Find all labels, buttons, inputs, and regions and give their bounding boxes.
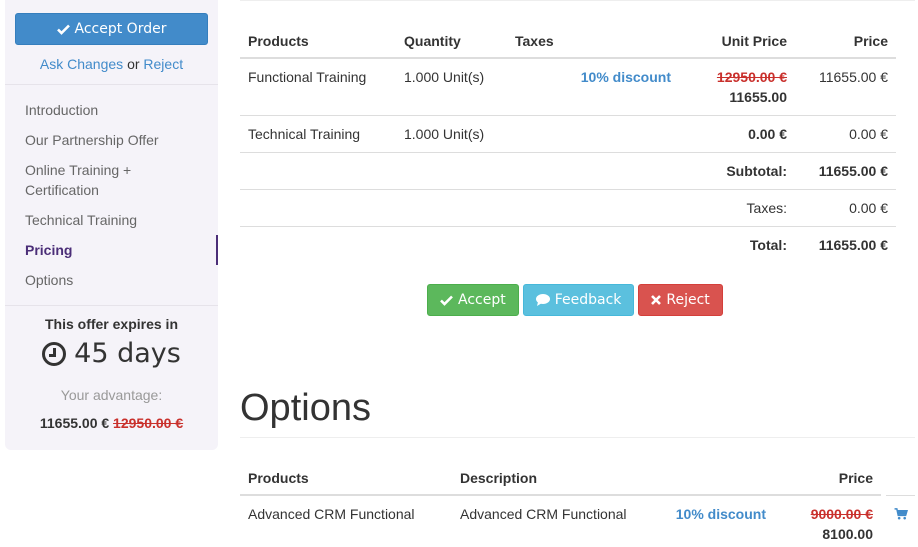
advantage-values: 11655.00 € 12950.00 € bbox=[5, 415, 218, 431]
sidebar-item-partnership-offer[interactable]: Our Partnership Offer bbox=[5, 125, 218, 155]
col-unit-price: Unit Price bbox=[679, 23, 795, 59]
table-row: Technical Training 1.000 Unit(s) 0.00 € … bbox=[240, 115, 896, 153]
product-discount bbox=[571, 115, 679, 153]
accept-button[interactable]: Accept bbox=[427, 284, 519, 316]
expires-title: This offer expires in bbox=[44, 316, 179, 332]
sidebar-item-technical-training[interactable]: Technical Training bbox=[5, 205, 218, 235]
sidebar-item-options[interactable]: Options bbox=[5, 265, 218, 295]
col-price: Price bbox=[774, 460, 881, 496]
product-discount: 10% discount bbox=[571, 57, 679, 116]
col-quantity: Quantity bbox=[396, 23, 507, 59]
table-row: Advanced CRM Functional Advanced CRM Fun… bbox=[240, 494, 881, 547]
col-products: Products bbox=[240, 460, 452, 496]
check-icon bbox=[56, 24, 70, 35]
option-name: Advanced CRM Functional bbox=[240, 494, 452, 547]
col-discount bbox=[664, 460, 774, 496]
taxes-label: Taxes: bbox=[240, 189, 795, 227]
feedback-label: Feedback bbox=[554, 292, 622, 308]
old-unit-price: 12950.00 € bbox=[716, 69, 787, 85]
section-divider bbox=[240, 0, 915, 1]
sidebar-item-online-training[interactable]: Online Training + Certification bbox=[5, 155, 155, 205]
sidebar: Accept Order Ask Changes or Reject Intro… bbox=[5, 0, 218, 450]
old-price: 9000.00 € bbox=[810, 506, 873, 522]
advantage-label: Your advantage: bbox=[60, 387, 163, 403]
subtotal-label: Subtotal: bbox=[240, 152, 795, 190]
sidebar-divider bbox=[5, 84, 218, 85]
product-quantity: 1.000 Unit(s) bbox=[396, 115, 507, 153]
taxes-value: 0.00 € bbox=[795, 189, 896, 227]
advantage-price: 11655.00 € bbox=[39, 415, 110, 431]
reject-button[interactable]: Reject bbox=[638, 284, 723, 316]
product-price: 11655.00 € bbox=[795, 57, 896, 116]
reject-label: Reject bbox=[666, 292, 710, 308]
subtotal-row: Subtotal: 11655.00 € bbox=[240, 152, 896, 190]
sidebar-item-pricing[interactable]: Pricing bbox=[5, 235, 218, 265]
pricing-header-row: Products Quantity Taxes Unit Price Price bbox=[240, 23, 896, 59]
feedback-button[interactable]: Feedback bbox=[522, 284, 635, 316]
total-value: 11655.00 € bbox=[795, 226, 896, 263]
shopping-cart-icon[interactable] bbox=[894, 508, 908, 520]
add-to-cart-cell bbox=[886, 495, 915, 535]
product-price: 0.00 € bbox=[795, 115, 896, 153]
option-description: Advanced CRM Functional bbox=[452, 494, 664, 547]
discount-link[interactable]: 10% discount bbox=[581, 69, 671, 85]
options-heading: Options bbox=[240, 387, 371, 429]
subtotal-value: 11655.00 € bbox=[795, 152, 896, 190]
pricing-table: Products Quantity Taxes Unit Price Price… bbox=[240, 23, 896, 263]
product-taxes bbox=[507, 57, 571, 116]
product-quantity: 1.000 Unit(s) bbox=[396, 57, 507, 116]
option-discount: 10% discount bbox=[664, 494, 774, 547]
expiry-panel: This offer expires in 45 days Your advan… bbox=[5, 316, 218, 431]
product-unit-price: 12950.00 € 11655.00 bbox=[679, 57, 795, 116]
accept-label: Accept bbox=[458, 292, 506, 308]
check-icon bbox=[440, 295, 453, 306]
product-taxes bbox=[507, 115, 571, 153]
total-row: Total: 11655.00 € bbox=[240, 226, 896, 263]
product-name: Technical Training bbox=[240, 115, 396, 153]
product-name: Functional Training bbox=[240, 57, 396, 116]
col-description: Description bbox=[452, 460, 664, 496]
expires-countdown: 45 days bbox=[5, 338, 218, 369]
total-label: Total: bbox=[240, 226, 795, 263]
taxes-row: Taxes: 0.00 € bbox=[240, 189, 896, 227]
section-divider bbox=[240, 437, 915, 438]
expires-value: 45 days bbox=[74, 338, 181, 369]
clock-icon bbox=[42, 341, 67, 366]
options-header-row: Products Description Price bbox=[240, 460, 881, 496]
ask-changes-link[interactable]: Ask Changes bbox=[40, 56, 123, 72]
col-price: Price bbox=[795, 23, 896, 59]
sidebar-item-introduction[interactable]: Introduction bbox=[5, 95, 218, 125]
action-buttons: Accept Feedback Reject bbox=[427, 284, 723, 316]
reject-link[interactable]: Reject bbox=[143, 56, 183, 72]
advantage-old-price: 12950.00 € bbox=[113, 415, 184, 431]
accept-order-label: Accept Order bbox=[74, 21, 167, 37]
discount-link[interactable]: 10% discount bbox=[676, 506, 766, 522]
options-table: Products Description Price Advanced CRM … bbox=[240, 460, 881, 547]
col-products: Products bbox=[240, 23, 396, 59]
price: 8100.00 bbox=[822, 526, 873, 542]
col-discount bbox=[571, 23, 679, 59]
ask-changes-line: Ask Changes or Reject bbox=[5, 56, 218, 72]
close-icon bbox=[651, 295, 662, 305]
accept-order-button[interactable]: Accept Order bbox=[15, 13, 208, 45]
or-text: or bbox=[127, 56, 140, 72]
unit-price: 11655.00 bbox=[729, 89, 787, 105]
col-taxes: Taxes bbox=[507, 23, 571, 59]
table-row: Functional Training 1.000 Unit(s) 10% di… bbox=[240, 57, 896, 116]
comment-icon bbox=[535, 294, 550, 306]
option-price: 9000.00 € 8100.00 bbox=[774, 494, 881, 547]
sidebar-nav: Introduction Our Partnership Offer Onlin… bbox=[5, 95, 218, 295]
sidebar-divider bbox=[5, 305, 218, 306]
unit-price: 0.00 € bbox=[679, 115, 795, 153]
